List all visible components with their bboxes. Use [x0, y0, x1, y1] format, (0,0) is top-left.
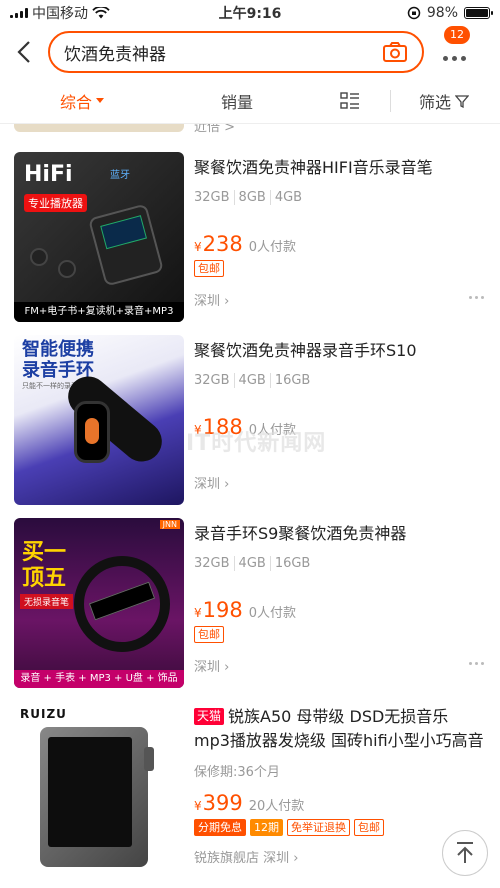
tmall-tag: 天猫 [194, 708, 225, 725]
spec-option: 4GB [269, 190, 306, 205]
thumb-headline: 买一 顶五 [22, 540, 67, 591]
product-specs: 32GB 4GB 16GB [194, 556, 486, 571]
shop-location[interactable]: 深圳 › [194, 656, 229, 675]
sort-tab-sales[interactable]: 销量 [164, 78, 310, 123]
product-specs: 32GB 4GB 16GB [194, 373, 486, 388]
product-image [14, 124, 184, 132]
earbud-graphic [30, 248, 48, 266]
battery-icon [464, 7, 493, 19]
filter-button[interactable]: 筛选 [391, 78, 497, 123]
return-tag: 免举证退换 [287, 819, 350, 836]
chevron-left-icon [17, 41, 30, 63]
product-card[interactable]: HiFi 蓝牙 专业播放器 FM+电子书+复读机+录音+MP3 聚餐饮酒免责神器… [0, 142, 500, 325]
warranty-info: 保修期:36个月 [194, 765, 280, 780]
product-price: ¥399 [194, 791, 243, 815]
search-box[interactable] [48, 31, 424, 73]
sort-tab-default[interactable]: 综合 [0, 78, 164, 123]
earbud-graphic [58, 260, 76, 278]
more-options-icon[interactable] [469, 296, 484, 299]
spec-option: 16GB [269, 556, 315, 571]
sort-bar: 综合 销量 筛选 [0, 78, 500, 124]
sort-tab-sales-label: 销量 [220, 92, 253, 112]
band-screen-graphic [74, 401, 110, 463]
back-to-top-button[interactable] [442, 830, 488, 876]
arrow-up-icon [457, 842, 473, 863]
spec-option: 4GB [233, 556, 270, 571]
product-title: 录音手环S9聚餐饮酒免责神器 [194, 524, 407, 543]
sort-tab-default-label: 综合 [59, 92, 92, 112]
product-card[interactable]: JNN 买一 顶五 无损录音笔 录音 + 手表 + MP3 + U盘 + 饰品 录… [0, 508, 500, 691]
product-price: ¥198 [194, 598, 243, 622]
installment-tag: 分期免息 [194, 819, 246, 836]
battery-level [466, 9, 488, 17]
back-button[interactable] [0, 26, 48, 78]
wifi-icon [92, 7, 110, 19]
spec-option: 4GB [233, 373, 270, 388]
filter-icon [455, 94, 469, 108]
product-list: 近倍 > HiFi 蓝牙 专业播放器 FM+电子书+复读机+录音+MP3 聚餐饮… [0, 124, 500, 888]
product-card[interactable]: 智能便携 录音手环 只能不一样的录音笔 聚餐饮酒免责神器录音手环S10 32GB … [0, 325, 500, 508]
view-toggle-button[interactable] [310, 78, 390, 123]
product-price: ¥188 [194, 415, 243, 439]
free-shipping-tag: 包邮 [354, 819, 384, 836]
shop-location[interactable]: 深圳 › [194, 290, 229, 309]
partial-list-item[interactable]: 近倍 > [0, 124, 500, 142]
camera-icon[interactable] [382, 41, 408, 63]
free-shipping-tag: 包邮 [194, 260, 224, 277]
bluetooth-label: 蓝牙 [110, 170, 130, 181]
product-card[interactable]: RUIZU 天猫 锐族A50 母带级 DSD无损音乐 mp3播放器发烧级 国砖hi… [0, 691, 500, 888]
spec-option: 32GB [194, 556, 230, 571]
product-title: 天猫 锐族A50 母带级 DSD无损音乐 mp3播放器发烧级 国砖hifi小型小巧… [194, 707, 484, 750]
search-header: 12 [0, 26, 500, 78]
brand-logo: RUIZU [20, 707, 67, 721]
signal-icon [10, 8, 28, 18]
music-player-graphic [40, 727, 148, 867]
product-title: 聚餐饮酒免责神器录音手环S10 [194, 341, 417, 360]
sold-count: 20人付款 [248, 799, 305, 814]
status-bar: 中国移动 上午9:16 98% [0, 0, 500, 26]
thumb-features: 录音 + 手表 + MP3 + U盘 + 饰品 [14, 670, 184, 688]
thumb-badge: 专业播放器 [24, 194, 87, 212]
thumb-badge: 无损录音笔 [20, 594, 74, 609]
brand-logo: JNN [159, 520, 180, 529]
product-title: 聚餐饮酒免责神器HIFI音乐录音笔 [194, 158, 433, 177]
thumb-headline: 智能便携 录音手环 [22, 339, 94, 381]
sold-count: 0人付款 [248, 240, 297, 255]
spec-option: 16GB [269, 373, 315, 388]
spec-option: 32GB [194, 190, 230, 205]
spec-option: 8GB [233, 190, 270, 205]
more-menu-button[interactable]: 12 [424, 26, 484, 78]
installment-period-tag: 12期 [250, 819, 283, 836]
more-options-icon[interactable] [469, 662, 484, 665]
spec-option: 32GB [194, 373, 230, 388]
product-image: HiFi 蓝牙 专业播放器 FM+电子书+复读机+录音+MP3 [14, 152, 184, 322]
thumb-features: FM+电子书+复读机+录音+MP3 [14, 302, 184, 322]
shop-location[interactable]: 锐族旗舰店 深圳 › [194, 847, 298, 866]
orientation-lock-icon [407, 6, 421, 20]
carrier-label: 中国移动 [32, 6, 88, 22]
caret-down-icon [96, 98, 104, 103]
product-image: JNN 买一 顶五 无损录音笔 录音 + 手表 + MP3 + U盘 + 饰品 [14, 518, 184, 688]
message-count-badge: 12 [444, 26, 470, 44]
recorder-device-graphic [87, 203, 165, 287]
partial-location: 近倍 > [194, 124, 236, 135]
free-shipping-tag: 包邮 [194, 626, 224, 643]
sold-count: 0人付款 [248, 423, 297, 438]
product-image: RUIZU [14, 701, 184, 871]
list-view-icon [340, 91, 359, 109]
filter-label: 筛选 [418, 92, 451, 112]
sold-count: 0人付款 [248, 606, 297, 621]
search-input[interactable] [64, 42, 382, 62]
product-specs: 32GB 8GB 4GB [194, 190, 486, 205]
shop-location[interactable]: 深圳 › [194, 473, 229, 492]
more-dots-icon [442, 55, 466, 61]
search-results-page: 中国移动 上午9:16 98% 12 综合 销量 [0, 0, 500, 888]
volume-knob-graphic [144, 747, 154, 771]
product-image: 智能便携 录音手环 只能不一样的录音笔 [14, 335, 184, 505]
battery-percent: 98% [426, 5, 458, 21]
thumb-hifi-text: HiFi [24, 162, 73, 187]
product-price: ¥238 [194, 232, 243, 256]
